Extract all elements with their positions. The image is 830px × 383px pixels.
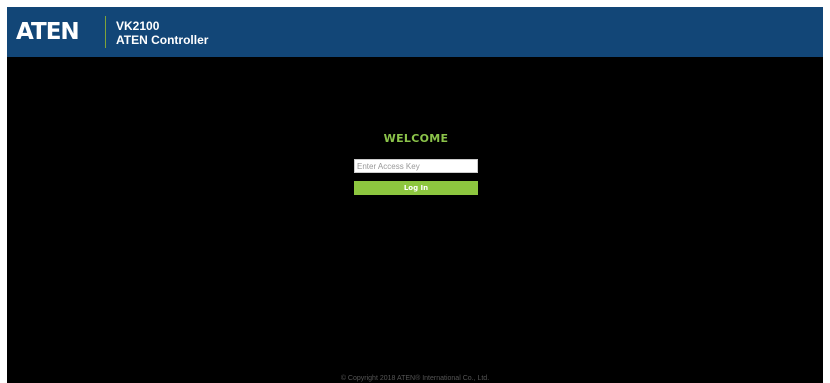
copyright-text: © Copyright 2018 ATEN® International Co.… — [340, 375, 490, 382]
header-bar: ATEN VK2100 ATEN Controller — [7, 7, 823, 57]
welcome-heading: WELCOME — [383, 132, 449, 145]
product-name: ATEN Controller — [116, 33, 209, 47]
logo-divider — [105, 16, 106, 48]
product-title: VK2100 ATEN Controller — [116, 19, 208, 47]
product-model: VK2100 — [116, 19, 160, 33]
aten-logo: ATEN — [16, 19, 80, 45]
access-key-input[interactable] — [354, 159, 478, 173]
login-button[interactable]: Log In — [354, 181, 478, 195]
app-window: ATEN VK2100 ATEN Controller WELCOME Log … — [7, 7, 823, 383]
